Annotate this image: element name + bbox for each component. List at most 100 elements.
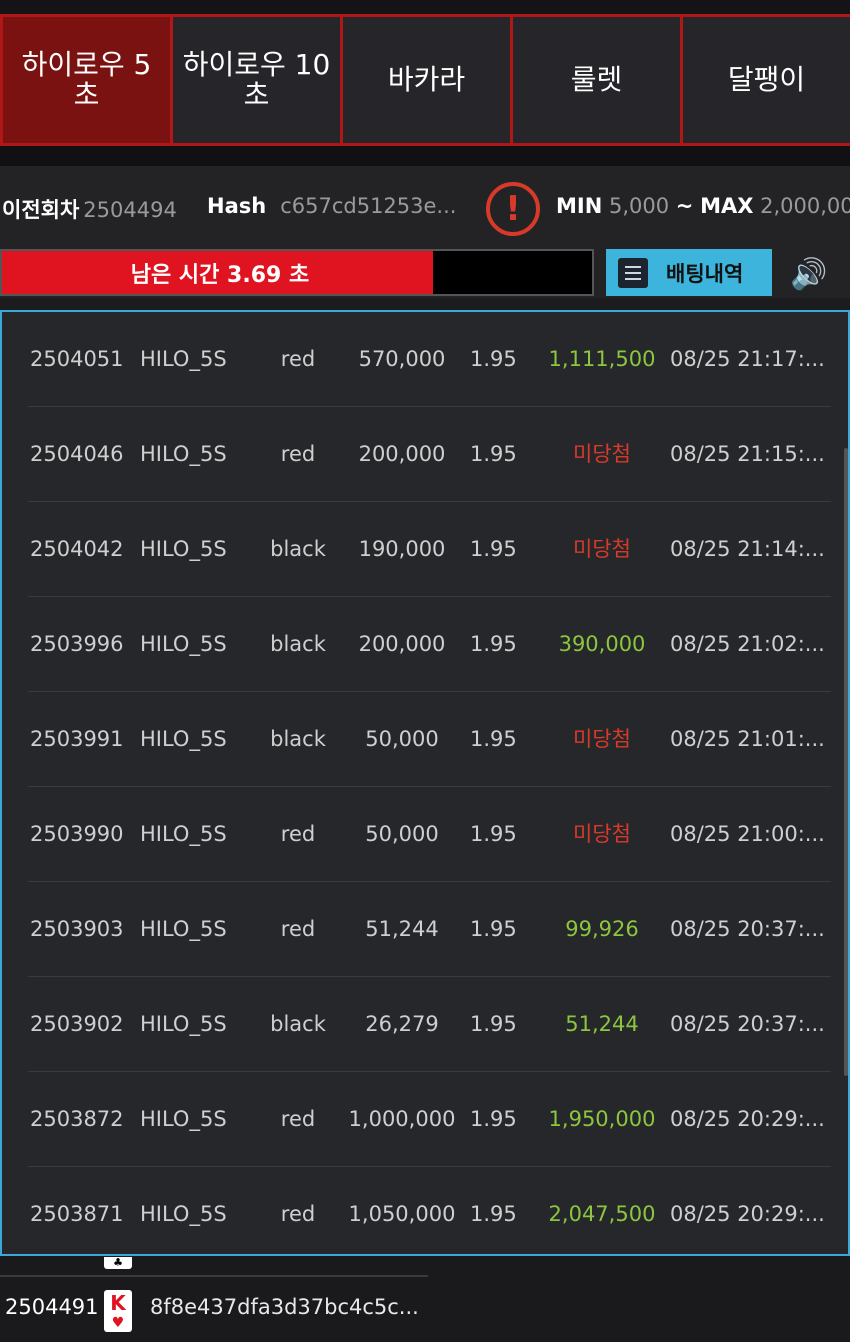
bet-row[interactable]: 2503872 HILO_5S red 1,000,000 1.95 1,950,000 0… bbox=[28, 1072, 831, 1167]
bet-game: HILO_5S bbox=[140, 917, 227, 941]
bet-time: 08/25 21:17:... bbox=[670, 347, 825, 371]
max-label: MAX bbox=[700, 194, 754, 218]
bet-amount: 50,000 bbox=[365, 727, 439, 751]
tab-snail[interactable]: 달팽이 bbox=[683, 17, 850, 143]
bet-amount: 200,000 bbox=[358, 442, 446, 466]
bet-pick: red bbox=[280, 1202, 316, 1226]
card-rank: K bbox=[110, 1291, 126, 1315]
bet-row[interactable]: 2503903 HILO_5S red 51,244 1.95 99,926 08/25 2… bbox=[28, 882, 831, 977]
bet-time: 08/25 21:01:... bbox=[670, 727, 825, 751]
bet-history-button[interactable]: 배팅내역 bbox=[606, 249, 772, 296]
bet-row[interactable]: 2503990 HILO_5S red 50,000 1.95 미당첨 08/25 21:0… bbox=[28, 787, 831, 882]
bet-result: 미당첨 bbox=[573, 727, 631, 751]
bet-row[interactable]: 2503996 HILO_5S black 200,000 1.95 390,000 08/… bbox=[28, 597, 831, 692]
bet-time: 08/25 21:02:... bbox=[670, 632, 825, 656]
bet-round: 2504042 bbox=[30, 537, 124, 561]
tab-hilo-5s[interactable]: 하이로우 5 초 bbox=[3, 17, 170, 143]
recent-round-hash: 8f8e437dfa3d37bc4c5c... bbox=[150, 1295, 419, 1319]
bet-round: 2503991 bbox=[30, 727, 124, 751]
bet-time: 08/25 20:29:... bbox=[670, 1202, 825, 1226]
min-label: MIN bbox=[556, 194, 603, 218]
bet-row[interactable]: 2503991 HILO_5S black 50,000 1.95 미당첨 08/25 21… bbox=[28, 692, 831, 787]
bet-game: HILO_5S bbox=[140, 727, 227, 751]
bet-odds: 1.95 bbox=[470, 632, 517, 656]
bet-round: 2503902 bbox=[30, 1012, 124, 1036]
recent-divider bbox=[0, 1275, 428, 1277]
bet-odds: 1.95 bbox=[470, 917, 517, 941]
bet-round: 2503996 bbox=[30, 632, 124, 656]
bet-result: 99,926 bbox=[565, 917, 639, 941]
bet-pick: black bbox=[270, 632, 326, 656]
bet-odds: 1.95 bbox=[470, 1012, 517, 1036]
bet-pick: black bbox=[270, 537, 326, 561]
bet-time: 08/25 21:14:... bbox=[670, 537, 825, 561]
previous-round-label: 이전회차 bbox=[2, 198, 80, 222]
hash-value: c657cd51253e... bbox=[280, 194, 457, 218]
bet-round: 2504046 bbox=[30, 442, 124, 466]
bet-round: 2504051 bbox=[30, 347, 124, 371]
bet-amount: 1,000,000 bbox=[348, 1107, 456, 1131]
bet-amount: 26,279 bbox=[365, 1012, 439, 1036]
bet-pick: red bbox=[280, 1107, 316, 1131]
bet-game: HILO_5S bbox=[140, 442, 227, 466]
bet-amount: 190,000 bbox=[358, 537, 446, 561]
bet-row[interactable]: 2503902 HILO_5S black 26,279 1.95 51,244 08/25… bbox=[28, 977, 831, 1072]
bet-time: 08/25 21:00:... bbox=[670, 822, 825, 846]
alert-icon-glyph: ! bbox=[505, 189, 521, 229]
max-value: 2,000,000 bbox=[760, 194, 850, 218]
tab-baccarat[interactable]: 바카라 bbox=[343, 17, 510, 143]
tab-divider bbox=[0, 146, 850, 166]
countdown-label: 남은 시간 3.69 초 bbox=[130, 262, 310, 288]
bet-odds: 1.95 bbox=[470, 1107, 517, 1131]
bet-row[interactable]: 2504042 HILO_5S black 190,000 1.95 미당첨 08/25 2… bbox=[28, 502, 831, 597]
bet-history-list[interactable]: 2504051 HILO_5S red 570,000 1.95 1,111,500 08/… bbox=[0, 310, 850, 1256]
alert-icon[interactable]: ! bbox=[486, 182, 540, 236]
bet-pick: black bbox=[270, 727, 326, 751]
bet-game: HILO_5S bbox=[140, 822, 227, 846]
min-value: 5,000 bbox=[608, 194, 670, 218]
bet-row[interactable]: 2503871 HILO_5S red 1,050,000 1.95 2,047,500 0… bbox=[28, 1167, 831, 1254]
bet-result: 1,950,000 bbox=[548, 1107, 656, 1131]
bet-amount: 1,050,000 bbox=[348, 1202, 456, 1226]
list-scrollbar[interactable] bbox=[844, 448, 848, 1076]
tab-hilo-10s[interactable]: 하이로우 10 초 bbox=[173, 17, 340, 143]
bet-pick: red bbox=[280, 347, 316, 371]
bet-pick: red bbox=[280, 917, 316, 941]
heart-suit-icon: ♥ bbox=[111, 1315, 125, 1331]
bet-result: 51,244 bbox=[565, 1012, 639, 1036]
bet-game: HILO_5S bbox=[140, 347, 227, 371]
list-icon bbox=[618, 257, 648, 288]
bet-odds: 1.95 bbox=[470, 347, 517, 371]
bet-amount: 570,000 bbox=[358, 347, 446, 371]
bet-time: 08/25 20:29:... bbox=[670, 1107, 825, 1131]
bet-limits: MIN 5,000 ~ MAX 2,000,000 bbox=[556, 194, 850, 218]
bet-game: HILO_5S bbox=[140, 537, 227, 561]
bet-result: 미당첨 bbox=[573, 442, 631, 466]
limit-tilde: ~ bbox=[675, 194, 694, 218]
bet-time: 08/25 20:37:... bbox=[670, 1012, 825, 1036]
bet-odds: 1.95 bbox=[470, 1202, 517, 1226]
bet-pick: red bbox=[280, 442, 316, 466]
bet-odds: 1.95 bbox=[470, 537, 517, 561]
speaker-icon[interactable]: 🔊 bbox=[788, 254, 830, 294]
hash-label: Hash bbox=[207, 194, 267, 218]
bet-game: HILO_5S bbox=[140, 1012, 227, 1036]
top-strip bbox=[0, 0, 850, 14]
bet-row[interactable]: 2504051 HILO_5S red 570,000 1.95 1,111,500 08/… bbox=[28, 312, 831, 407]
recent-round-number: 2504491 bbox=[5, 1295, 99, 1319]
bet-pick: red bbox=[280, 822, 316, 846]
bet-odds: 1.95 bbox=[470, 822, 517, 846]
card-icon: K ♥ bbox=[104, 1290, 132, 1332]
bet-odds: 1.95 bbox=[470, 727, 517, 751]
bet-amount: 200,000 bbox=[358, 632, 446, 656]
bet-row[interactable]: 2504046 HILO_5S red 200,000 1.95 미당첨 08/25 21:… bbox=[28, 407, 831, 502]
bet-game: HILO_5S bbox=[140, 632, 227, 656]
bet-round: 2503903 bbox=[30, 917, 124, 941]
bet-round: 2503872 bbox=[30, 1107, 124, 1131]
tab-roulette[interactable]: 룰렛 bbox=[513, 17, 680, 143]
card-icon: ♣ bbox=[104, 1257, 132, 1269]
bet-result: 2,047,500 bbox=[548, 1202, 656, 1226]
countdown-bar: 남은 시간 3.69 초 bbox=[0, 249, 594, 296]
bet-history-label: 배팅내역 bbox=[666, 261, 744, 286]
bet-result: 미당첨 bbox=[573, 822, 631, 846]
